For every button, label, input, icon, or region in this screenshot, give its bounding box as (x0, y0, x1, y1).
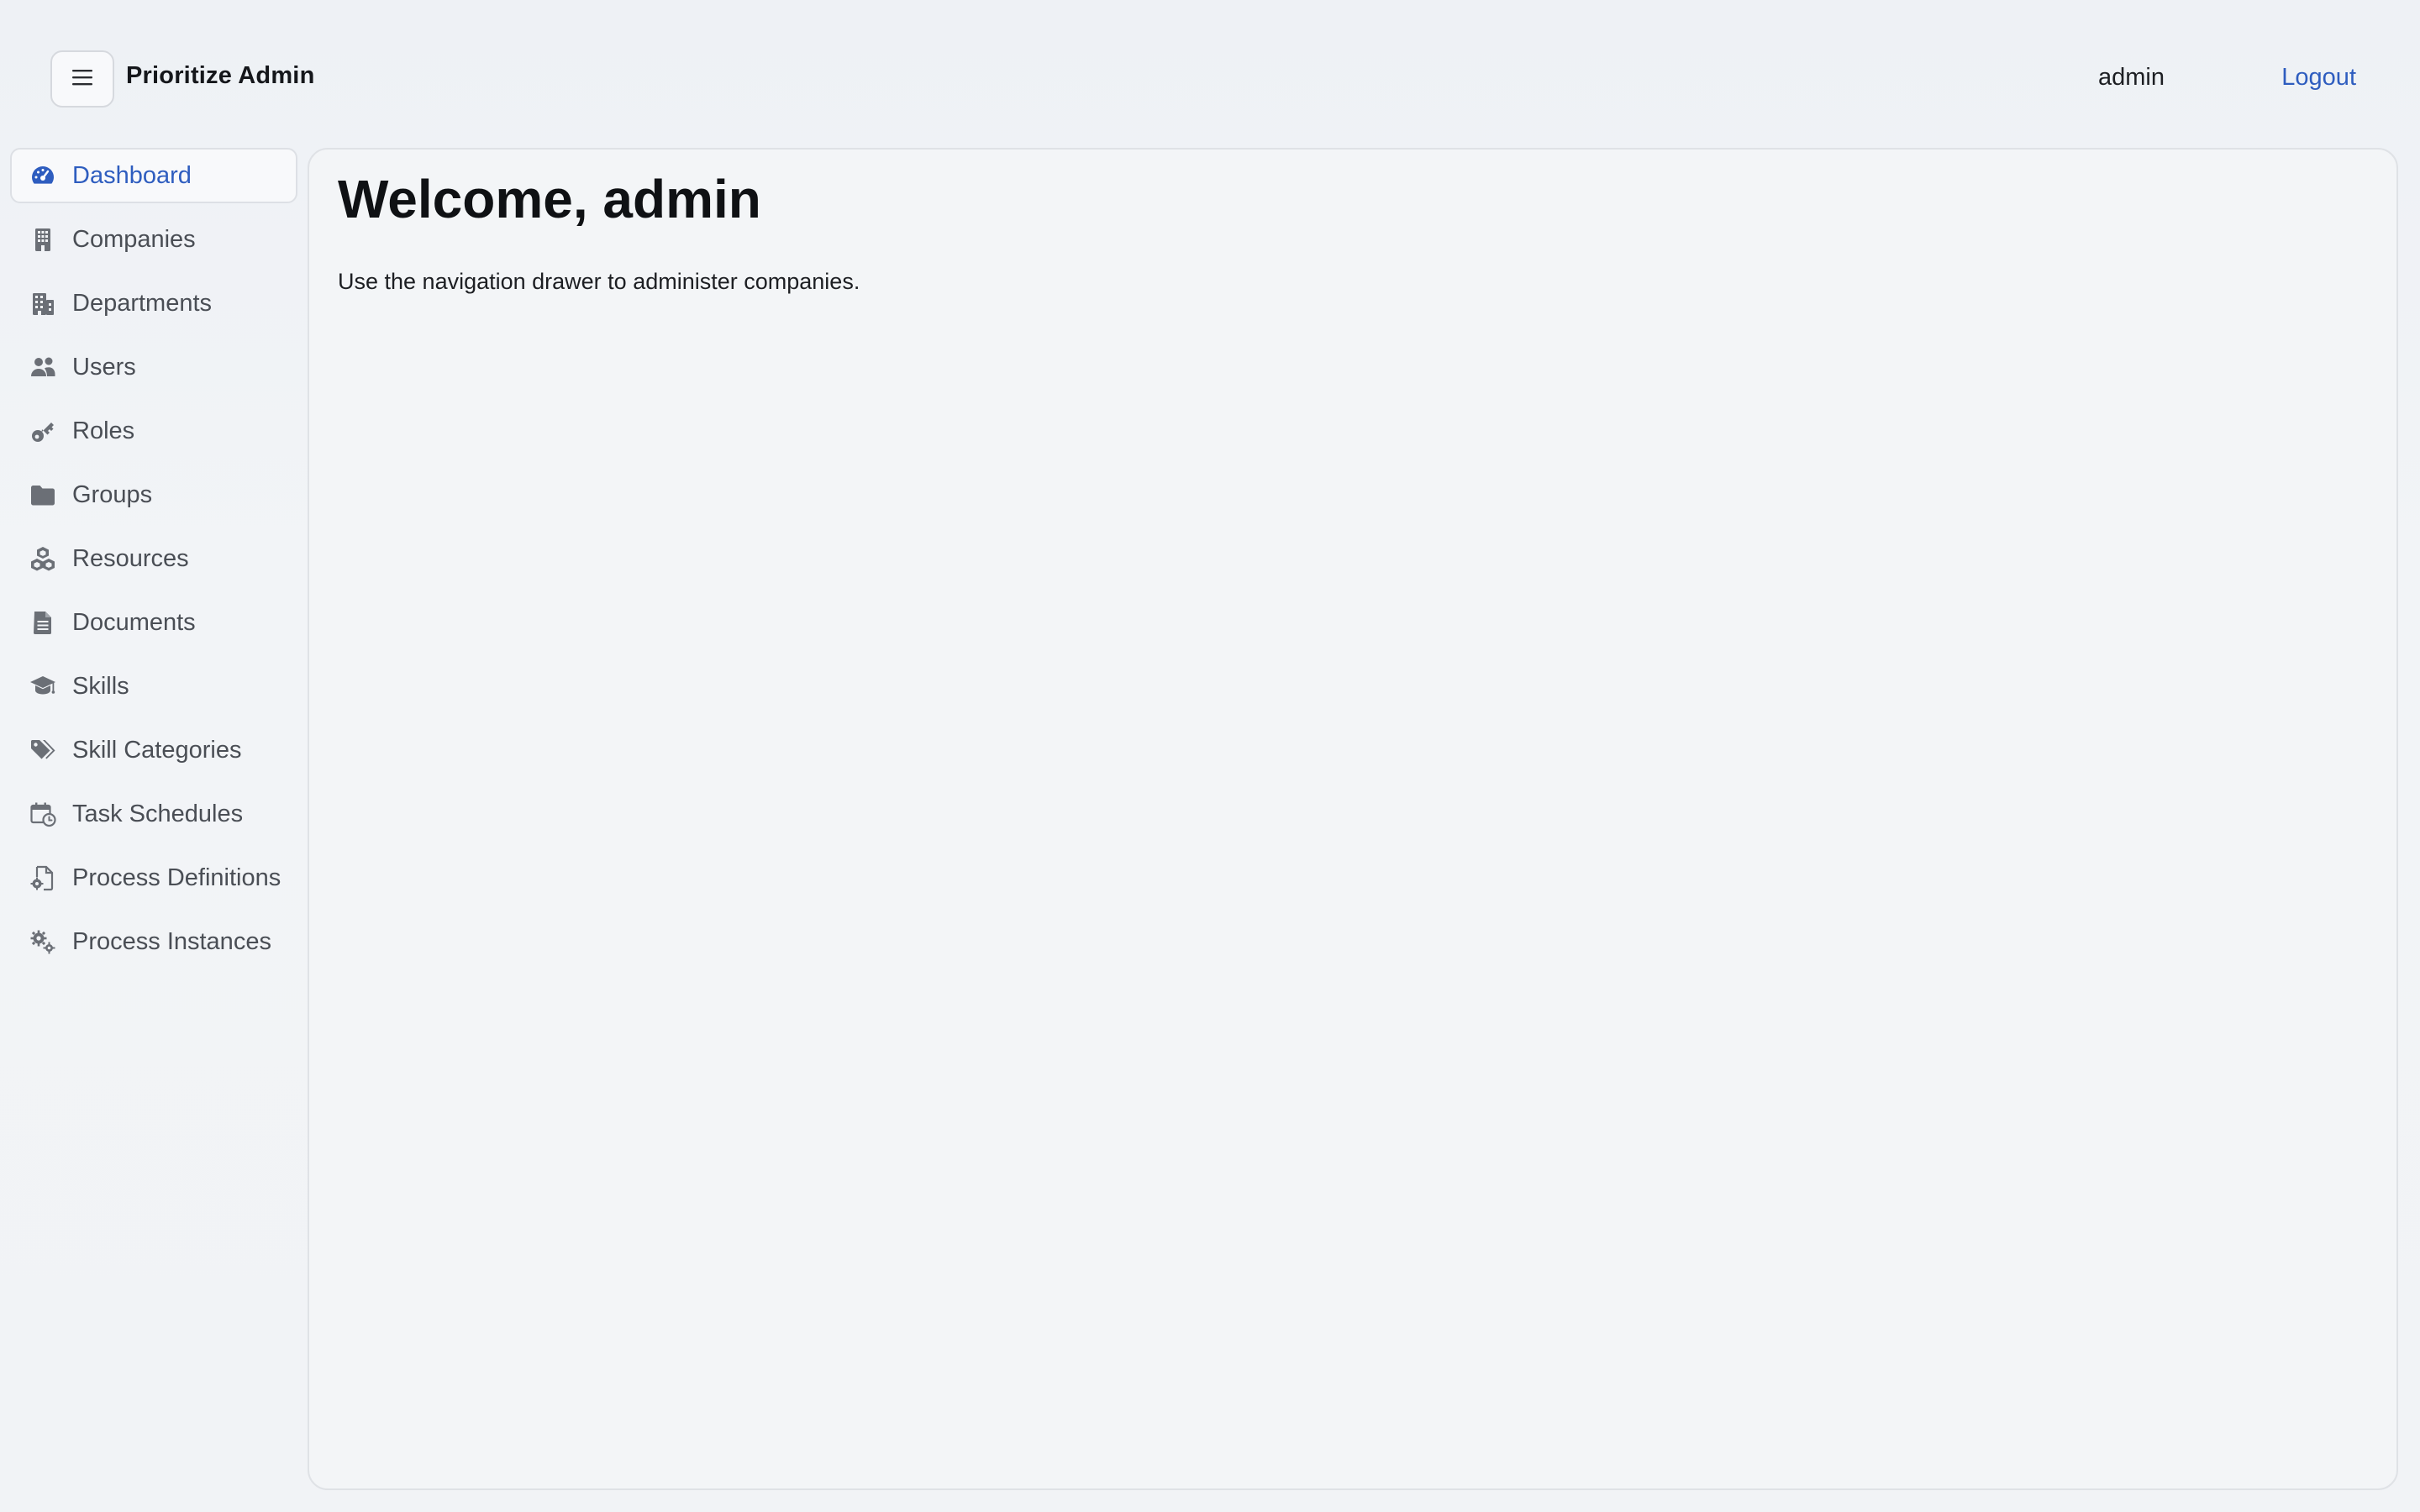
building-icon (29, 225, 57, 254)
sidebar-item-label: Task Schedules (72, 800, 244, 827)
dashboard-gauge-icon (29, 161, 57, 190)
sidebar-item-companies[interactable]: Companies (10, 212, 297, 267)
main-content-panel: Welcome, admin Use the navigation drawer… (308, 148, 2398, 1490)
sidebar-item-label: Dashboard (72, 161, 192, 189)
sidebar-item-label: Skills (72, 672, 129, 700)
page-description: Use the navigation drawer to administer … (338, 269, 860, 294)
sidebar-item-skills[interactable]: Skills (10, 659, 297, 714)
file-gear-icon (29, 864, 57, 892)
sidebar-item-process-instances[interactable]: Process Instances (10, 914, 297, 969)
sidebar-item-label: Companies (72, 225, 196, 253)
sidebar-item-label: Documents (72, 608, 196, 636)
calendar-clock-icon (29, 800, 57, 828)
sidebar-item-label: Roles (72, 417, 135, 444)
app-root: Prioritize Admin admin Logout Dashboard … (0, 0, 2420, 1512)
sidebar-item-label: Resources (72, 544, 189, 572)
sidebar-item-departments[interactable]: Departments (10, 276, 297, 331)
logout-link[interactable]: Logout (2281, 64, 2356, 92)
graduation-cap-icon (29, 672, 57, 701)
sidebar-item-roles[interactable]: Roles (10, 403, 297, 459)
sidebar-item-skill-categories[interactable]: Skill Categories (10, 722, 297, 778)
sidebar-item-process-definitions[interactable]: Process Definitions (10, 850, 297, 906)
sidebar-item-documents[interactable]: Documents (10, 595, 297, 650)
sidebar-item-task-schedules[interactable]: Task Schedules (10, 786, 297, 842)
sidebar-item-label: Groups (72, 480, 153, 508)
hamburger-menu-icon (69, 64, 96, 95)
cubes-icon (29, 544, 57, 573)
sidebar-item-label: Skill Categories (72, 736, 242, 764)
users-icon (29, 353, 57, 381)
key-icon (29, 417, 57, 445)
top-bar: Prioritize Admin admin Logout (0, 0, 2420, 148)
sidebar-item-groups[interactable]: Groups (10, 467, 297, 522)
document-icon (29, 608, 57, 637)
gears-icon (29, 927, 57, 956)
sidebar-item-resources[interactable]: Resources (10, 531, 297, 586)
sidebar-item-label: Process Definitions (72, 864, 281, 891)
folder-icon (29, 480, 57, 509)
sidebar-item-label: Users (72, 353, 136, 381)
navigation-drawer: Dashboard Companies Departments Users Ro (10, 148, 297, 978)
tags-icon (29, 736, 57, 764)
sidebar-item-label: Process Instances (72, 927, 271, 955)
buildings-icon (29, 289, 57, 318)
menu-toggle-button[interactable] (50, 50, 114, 108)
sidebar-item-dashboard[interactable]: Dashboard (10, 148, 297, 203)
current-user-name: admin (2098, 64, 2165, 91)
app-title: Prioritize Admin (126, 62, 315, 89)
page-title: Welcome, admin (338, 169, 761, 229)
sidebar-item-label: Departments (72, 289, 213, 317)
sidebar-item-users[interactable]: Users (10, 339, 297, 395)
